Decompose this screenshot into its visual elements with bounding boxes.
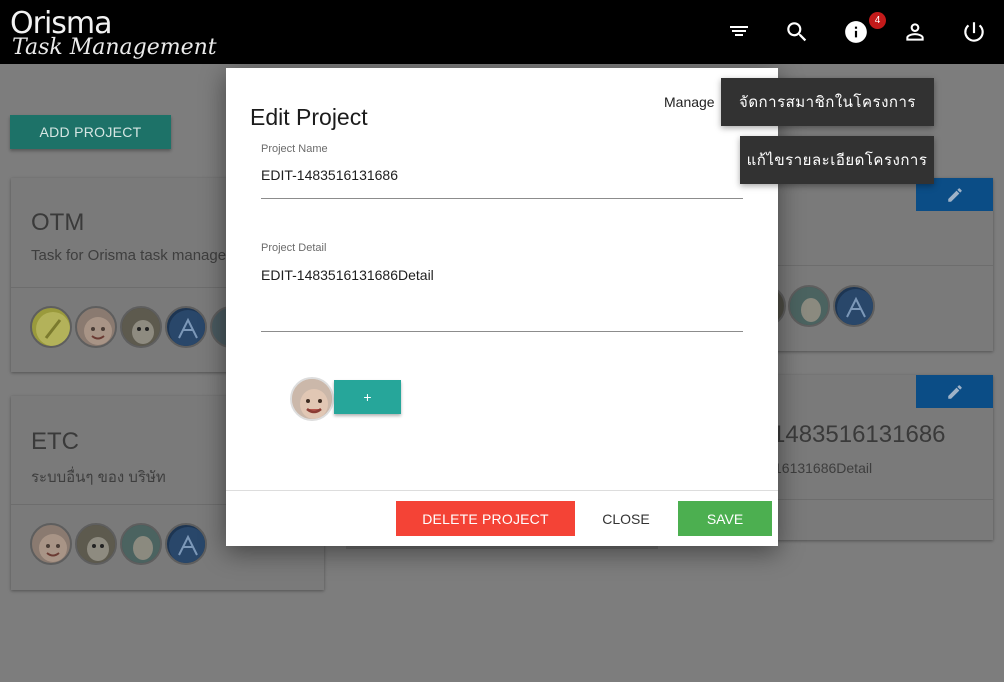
member-avatar[interactable] xyxy=(75,306,117,348)
power-icon[interactable] xyxy=(959,17,989,47)
project-card-title: -1483516131686 xyxy=(764,421,946,448)
pencil-icon xyxy=(947,187,962,202)
top-app-bar: Orisma Task Management 4 xyxy=(0,0,1004,64)
member-avatar[interactable] xyxy=(75,523,117,565)
project-card-description: ระบบอื่นๆ ของ บริษัท xyxy=(31,469,166,486)
manage-link[interactable]: Manage xyxy=(664,94,715,110)
tooltip-manage-members: จัดการสมาชิกในโครงการ xyxy=(721,78,934,126)
project-card-description: 16131686Detail xyxy=(774,460,873,476)
project-name-label: Project Name xyxy=(261,143,328,155)
notification-badge: 4 xyxy=(869,12,886,29)
edit-project-button[interactable] xyxy=(916,375,993,408)
member-avatar[interactable] xyxy=(165,523,207,565)
logo-sub-text: Task Management xyxy=(12,35,217,60)
pencil-icon xyxy=(947,384,962,399)
project-detail-underline xyxy=(261,331,743,332)
add-member-button[interactable]: + xyxy=(334,380,401,414)
delete-project-button[interactable]: DELETE PROJECT xyxy=(396,501,575,536)
member-avatar[interactable] xyxy=(120,306,162,348)
project-name-input[interactable]: EDIT-1483516131686 xyxy=(261,167,398,183)
project-card-title: OTM xyxy=(31,209,85,236)
dialog-footer-divider xyxy=(226,490,778,491)
project-card-title: ETC xyxy=(31,428,79,455)
add-project-button[interactable]: ADD PROJECT xyxy=(10,115,171,149)
project-detail-label: Project Detail xyxy=(261,242,327,254)
member-avatar[interactable] xyxy=(165,306,207,348)
save-button[interactable]: SAVE xyxy=(678,501,772,536)
project-name-underline xyxy=(261,198,743,199)
close-button[interactable]: CLOSE xyxy=(586,501,666,536)
tooltip-edit-details: แก้ไขรายละเอียดโครงการ xyxy=(740,136,934,184)
app-logo[interactable]: Orisma Task Management xyxy=(10,6,217,60)
info-icon[interactable] xyxy=(841,17,871,47)
project-detail-textarea[interactable]: EDIT-1483516131686Detail xyxy=(261,267,434,283)
member-avatar[interactable] xyxy=(833,285,875,327)
member-avatar[interactable] xyxy=(120,523,162,565)
person-icon[interactable] xyxy=(900,17,930,47)
member-avatar[interactable] xyxy=(30,523,72,565)
member-avatar[interactable] xyxy=(788,285,830,327)
search-icon[interactable] xyxy=(782,17,812,47)
member-avatar[interactable] xyxy=(30,306,72,348)
project-card-description: Task for Orisma task manage xyxy=(31,247,227,264)
edit-project-dialog: Edit Project Manage Project Name EDIT-14… xyxy=(226,68,778,546)
dialog-title: Edit Project xyxy=(250,104,368,130)
member-avatar[interactable] xyxy=(290,377,334,421)
sort-icon[interactable] xyxy=(724,17,754,47)
